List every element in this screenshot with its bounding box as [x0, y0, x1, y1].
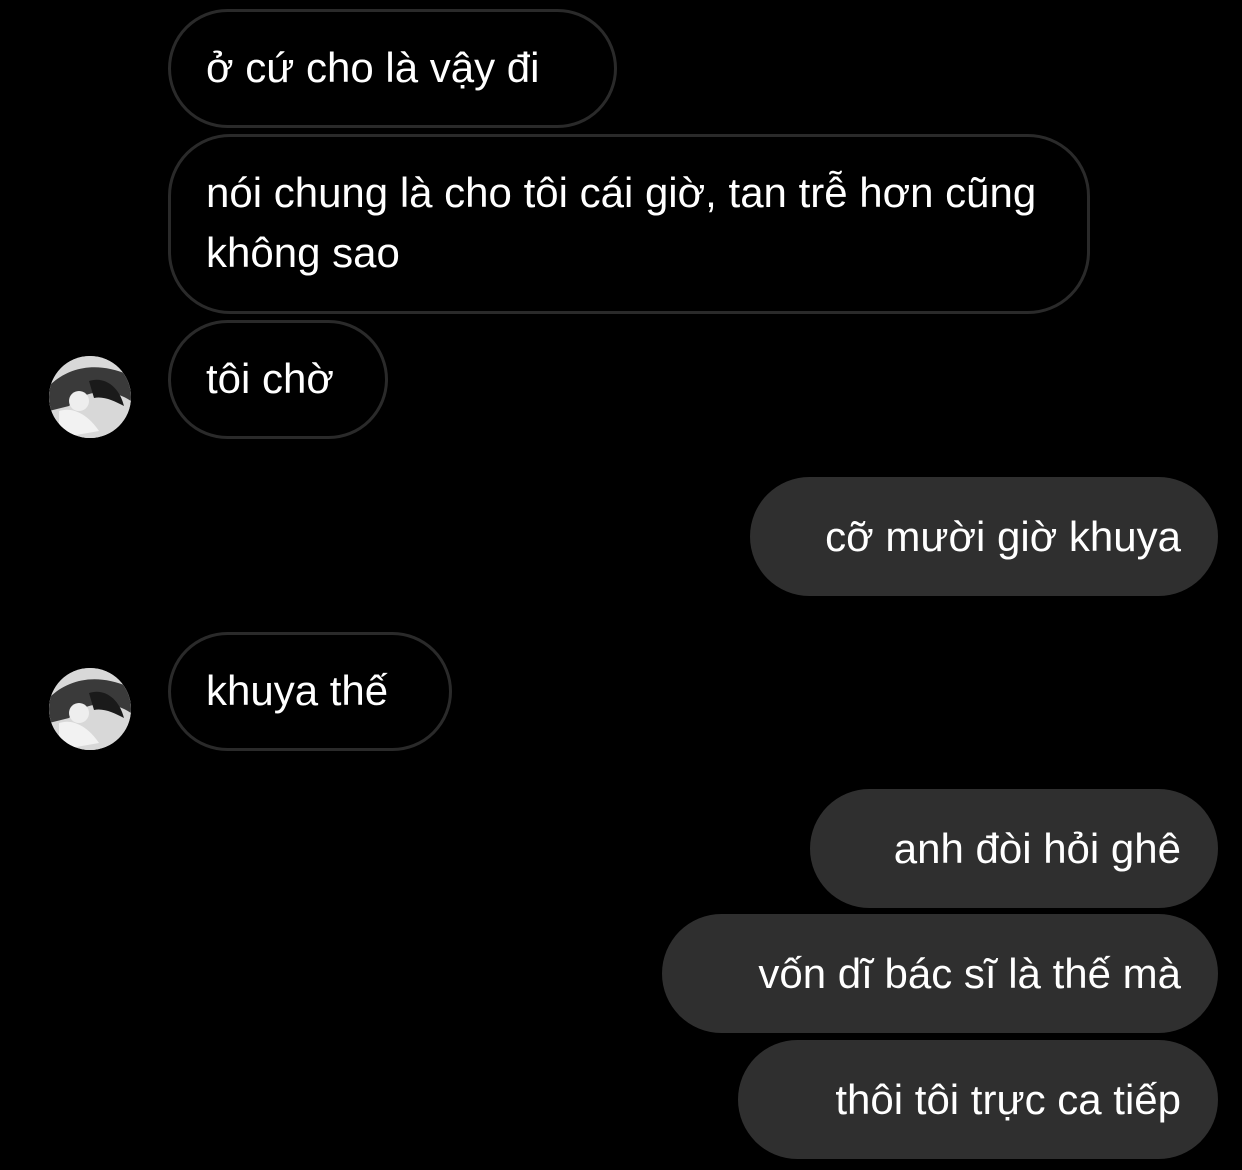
- contact-avatar[interactable]: [49, 668, 131, 750]
- avatar-photo-icon: [49, 668, 131, 750]
- message-text: cỡ mười giờ khuya: [825, 513, 1181, 560]
- incoming-message-bubble[interactable]: tôi chờ: [168, 320, 388, 439]
- incoming-message-bubble[interactable]: ở cứ cho là vậy đi: [168, 9, 617, 128]
- avatar-photo-icon: [49, 356, 131, 438]
- contact-avatar[interactable]: [49, 356, 131, 438]
- incoming-message-bubble[interactable]: khuya thế: [168, 632, 452, 751]
- message-text: vốn dĩ bác sĩ là thế mà: [758, 950, 1181, 997]
- message-text: nói chung là cho tôi cái giờ, tan trễ hơ…: [206, 169, 1037, 276]
- outgoing-message-bubble[interactable]: thôi tôi trực ca tiếp: [738, 1040, 1218, 1159]
- message-text: khuya thế: [206, 667, 389, 714]
- incoming-message-bubble[interactable]: nói chung là cho tôi cái giờ, tan trễ hơ…: [168, 134, 1090, 314]
- outgoing-message-bubble[interactable]: vốn dĩ bác sĩ là thế mà: [662, 914, 1218, 1033]
- message-text: tôi chờ: [206, 355, 334, 402]
- message-text: anh đòi hỏi ghê: [893, 825, 1181, 872]
- outgoing-message-bubble[interactable]: anh đòi hỏi ghê: [810, 789, 1218, 908]
- outgoing-message-bubble[interactable]: cỡ mười giờ khuya: [750, 477, 1218, 596]
- message-text: ở cứ cho là vậy đi: [206, 44, 540, 91]
- message-text: thôi tôi trực ca tiếp: [835, 1076, 1181, 1123]
